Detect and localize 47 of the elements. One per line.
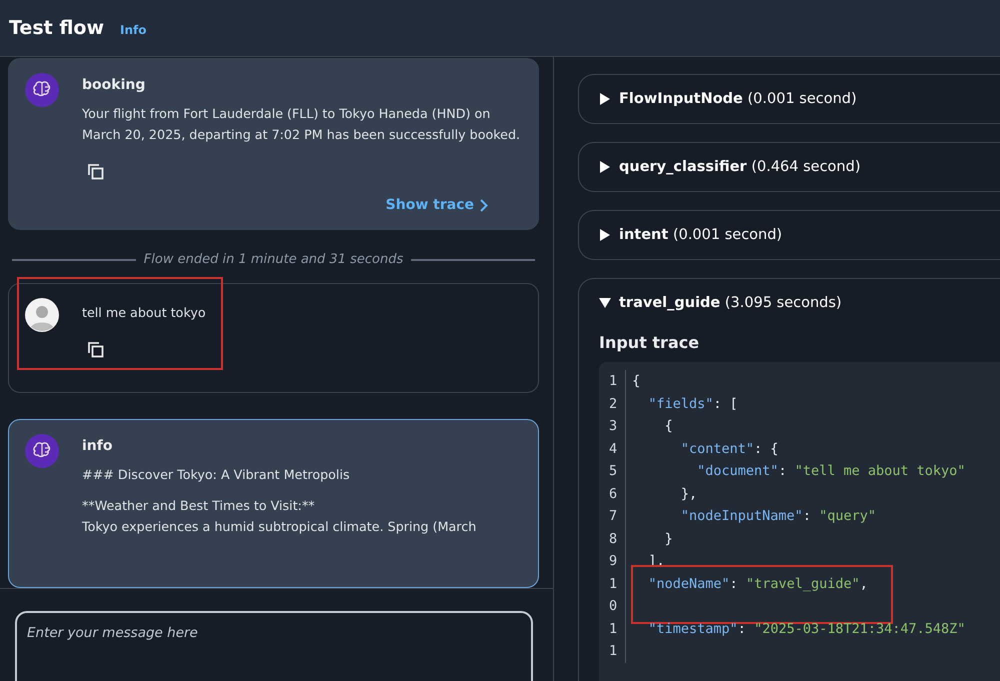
message-input[interactable]: Enter your message here — [15, 611, 533, 681]
trace-node-toggle[interactable]: query_classifier (0.464 second) — [599, 159, 860, 175]
chevron-right-icon — [480, 198, 488, 212]
user-avatar — [25, 298, 59, 332]
code-line: "nodeInputName": "query" — [680, 507, 876, 526]
message-text: tell me about tokyo — [82, 304, 207, 322]
code-line: "fields": [ — [647, 394, 738, 414]
sender-name: info — [82, 438, 114, 454]
bot-avatar — [25, 73, 59, 107]
caret-right-icon — [599, 229, 611, 241]
line-number: 3 — [605, 415, 626, 438]
code-line: "document": "tell me about tokyo" — [696, 462, 966, 481]
line-number: 7 — [605, 505, 626, 528]
message-text: Your flight from Fort Lauderdale (FLL) to Tokyo Haneda (HND) on March 20, 2025, departing at 7:02 PM has been successfully booked. — [82, 105, 522, 144]
trace-node-toggle[interactable]: travel_guide (3.095 seconds) — [599, 295, 842, 311]
trace-node-toggle[interactable]: FlowInputNode (0.001 second) — [599, 91, 857, 107]
trace-node-toggle[interactable]: intent (0.001 second) — [599, 227, 782, 243]
line-number: 6 — [605, 482, 626, 505]
line-number: 10 — [605, 572, 626, 618]
caret-right-icon — [599, 93, 611, 105]
code-line: "content": { — [680, 440, 778, 458]
line-number: 1 — [605, 370, 626, 392]
line-number: 8 — [605, 528, 626, 550]
line-number: 4 — [605, 438, 626, 460]
copy-icon[interactable] — [87, 341, 105, 359]
bot-avatar — [25, 434, 59, 468]
copy-icon[interactable] — [87, 163, 105, 181]
code-line: } — [664, 530, 673, 548]
info-link[interactable]: Info — [120, 23, 147, 37]
message-text: ### Discover Tokyo: A Vibrant Metropolis — [82, 466, 351, 484]
caret-right-icon — [599, 161, 611, 173]
message-text: **Weather and Best Times to Visit:** Tokyo experiences a humid subtropical climate. Spring (March — [82, 497, 478, 536]
line-number: 9 — [605, 550, 626, 572]
show-trace-link[interactable]: Show trace — [386, 197, 488, 213]
code-line: { — [631, 372, 640, 391]
line-number: 5 — [605, 460, 626, 482]
flow-ended-note: Flow ended in 1 minute and 31 seconds — [144, 252, 404, 267]
line-number: 2 — [605, 392, 626, 415]
section-title: Input trace — [599, 333, 700, 352]
caret-down-icon — [599, 297, 611, 309]
line-number: 11 — [605, 618, 626, 662]
code-line: "timestamp": "2025-03-18T21:34:47.548Z" — [647, 620, 966, 638]
page-title: Test flow — [9, 17, 104, 39]
code-line: "nodeName": "travel_guide", — [647, 574, 868, 594]
sender-name: booking — [82, 77, 146, 93]
code-line: { — [664, 417, 673, 436]
code-line: }, — [680, 484, 698, 504]
